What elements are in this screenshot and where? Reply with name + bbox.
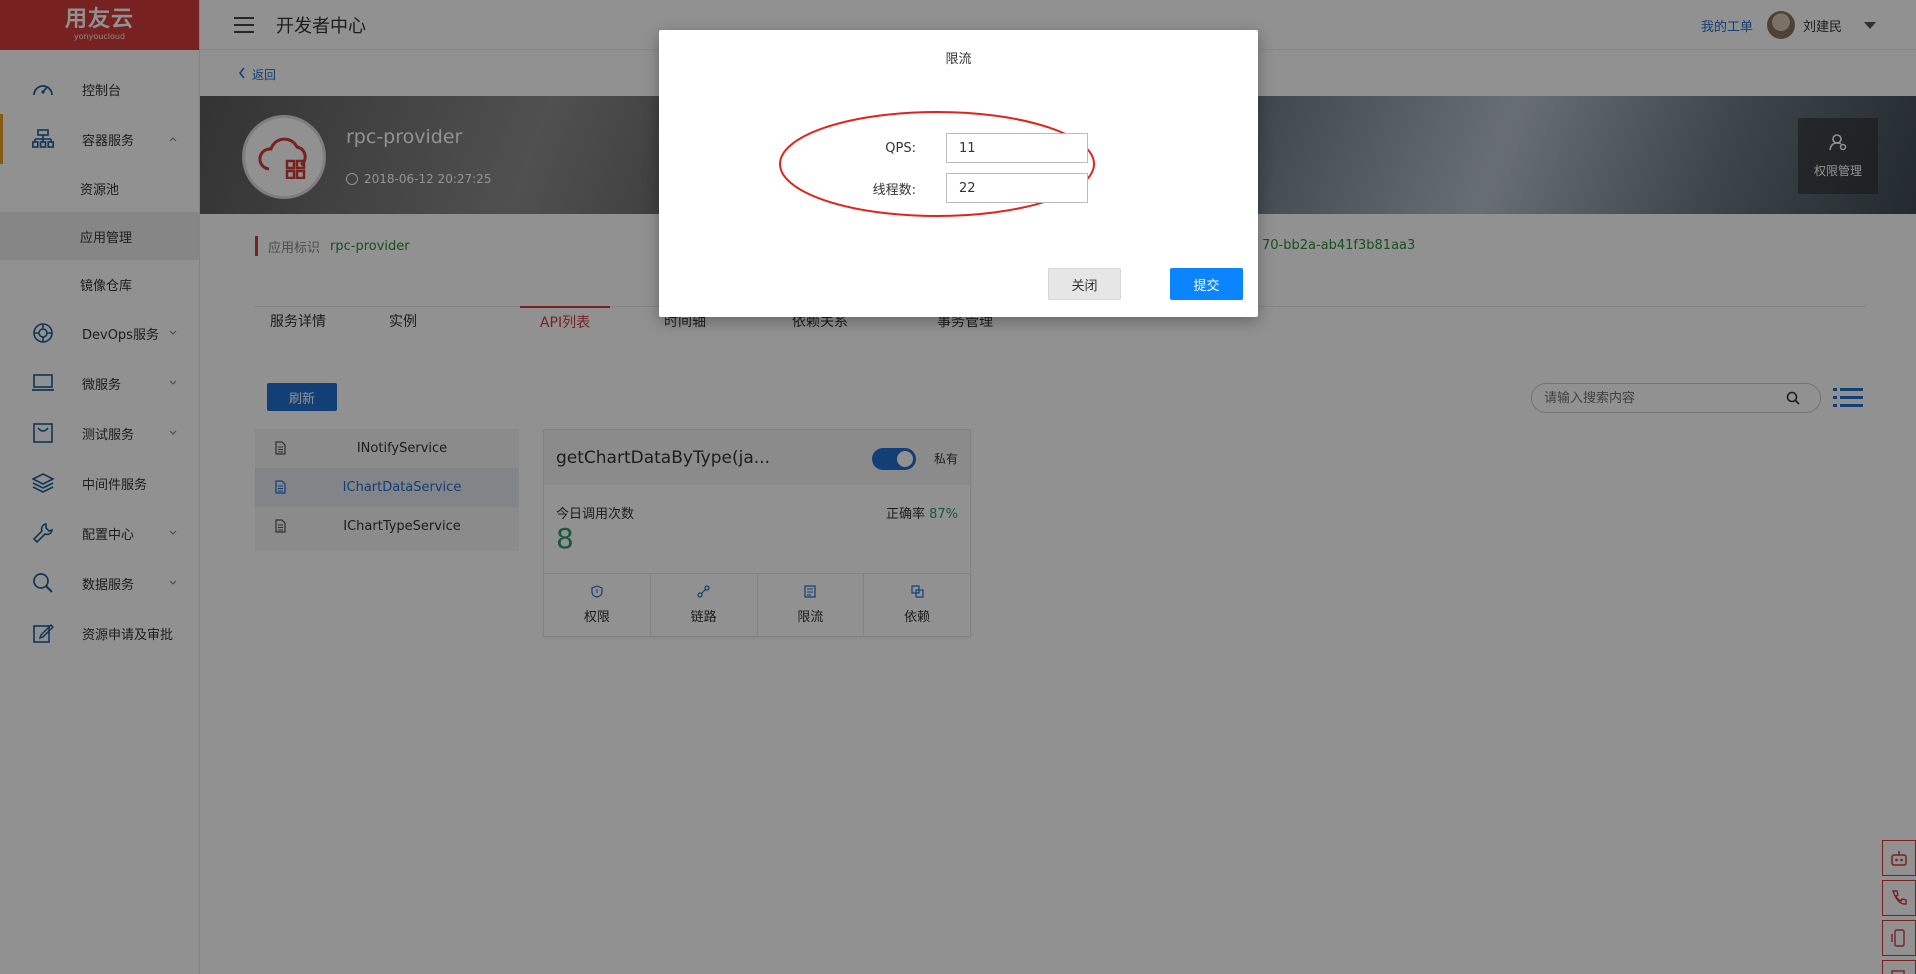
threads-label: 线程数: [872,182,916,198]
qps-row: QPS: [844,133,1088,163]
qps-label: QPS: [885,140,916,156]
throttle-dialog: 限流 QPS: 线程数: 关闭 提交 [659,30,1258,317]
threads-row: 线程数: [844,173,1088,203]
dialog-title: 限流 [945,52,972,67]
qps-input[interactable] [946,133,1088,163]
threads-input[interactable] [946,173,1088,203]
close-button[interactable]: 关闭 [1048,268,1121,300]
highlight-ellipse [779,111,1095,217]
submit-button[interactable]: 提交 [1170,268,1243,300]
